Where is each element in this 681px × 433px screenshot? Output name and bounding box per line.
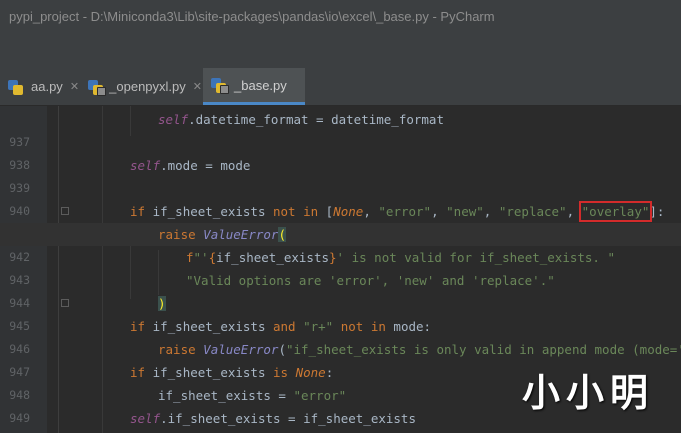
- tab-openpyxl-py[interactable]: _openpyxl.py ✕: [80, 68, 202, 105]
- code-text: raise ValueError(: [158, 227, 286, 242]
- code-text: if if_sheet_exists not in [None, "error"…: [130, 201, 665, 222]
- python-file-icon: [8, 79, 24, 95]
- close-icon[interactable]: ✕: [70, 80, 79, 93]
- tab-label: _openpyxl.py: [109, 79, 186, 94]
- code-line[interactable]: 938: [0, 131, 681, 172]
- code-line[interactable]: 943 f"'{if_sheet_exists}' is not valid f…: [0, 246, 681, 287]
- tab-label: _base.py: [234, 77, 287, 93]
- locked-python-file-icon: [88, 79, 106, 96]
- code-text: raise ValueError("if_sheet_exists is onl…: [158, 342, 681, 357]
- window-title: pypi_project - D:\Miniconda3\Lib\site-pa…: [0, 0, 681, 34]
- highlighted-token: "overlay": [578, 201, 653, 222]
- code-line-current[interactable]: 942 raise ValueError(: [0, 223, 681, 264]
- code-text: f"'{if_sheet_exists}' is not valid for i…: [186, 250, 615, 265]
- code-line[interactable]: 940: [0, 177, 681, 218]
- close-icon[interactable]: ✕: [193, 80, 202, 93]
- code-text: if if_sheet_exists is None:: [130, 365, 334, 380]
- code-line[interactable]: 946 if if_sheet_exists and "r+" not in m…: [0, 315, 681, 356]
- locked-python-file-icon: [211, 77, 229, 94]
- editor-tab-bar: aa.py ✕ _openpyxl.py ✕ _base.py: [0, 68, 681, 106]
- code-line[interactable]: 947 raise ValueError("if_sheet_exists is…: [0, 338, 681, 379]
- tab-base-py[interactable]: _base.py: [203, 68, 305, 105]
- tab-label: aa.py: [31, 79, 63, 94]
- code-text: self.datetime_format = datetime_format: [158, 112, 444, 127]
- code-text: self.mode = mode: [130, 158, 251, 173]
- code-text: "Valid options are 'error', 'new' and 'r…: [186, 273, 555, 288]
- code-line[interactable]: 937 self.datetime_format = datetime_form…: [0, 108, 681, 149]
- code-text: ): [158, 296, 166, 311]
- code-line[interactable]: 941 if if_sheet_exists not in [None, "er…: [0, 200, 681, 241]
- tab-aa-py[interactable]: aa.py ✕: [0, 68, 80, 105]
- code-line[interactable]: 939 self.mode = mode: [0, 154, 681, 195]
- watermark-text: 小小明: [522, 370, 655, 415]
- fold-marker-icon[interactable]: [61, 207, 69, 215]
- code-text: self.if_sheet_exists = if_sheet_exists: [130, 411, 416, 426]
- fold-marker-icon[interactable]: [61, 299, 69, 307]
- code-text: if if_sheet_exists and "r+" not in mode:: [130, 319, 432, 334]
- code-line[interactable]: 945 ): [0, 292, 681, 333]
- code-line[interactable]: 944 "Valid options are 'error', 'new' an…: [0, 269, 681, 310]
- code-text: if_sheet_exists = "error": [158, 388, 347, 403]
- toolbar: [0, 34, 681, 69]
